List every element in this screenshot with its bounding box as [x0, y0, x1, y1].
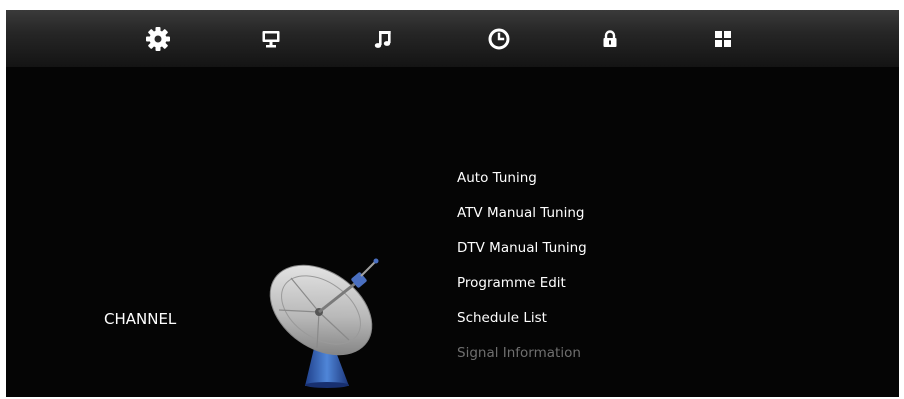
tab-lock[interactable] — [594, 23, 626, 55]
tab-sound[interactable] — [368, 23, 400, 55]
channel-menu: Auto Tuning ATV Manual Tuning DTV Manual… — [457, 168, 587, 378]
tab-setup[interactable] — [142, 23, 174, 55]
category-title: CHANNEL — [104, 310, 177, 328]
clock-icon — [488, 28, 510, 50]
category-tab-bar — [6, 10, 899, 67]
gear-icon — [146, 27, 170, 51]
tab-apps[interactable] — [707, 23, 739, 55]
satellite-dish-icon — [269, 258, 379, 388]
app-grid-icon — [715, 31, 731, 47]
tab-picture[interactable] — [255, 23, 287, 55]
menu-item-auto-tuning[interactable]: Auto Tuning — [457, 168, 587, 203]
tv-menu-screen: CHANNEL Auto Tuning ATV Manual Tuning DT… — [6, 10, 899, 397]
menu-item-atv-manual-tuning[interactable]: ATV Manual Tuning — [457, 203, 587, 238]
lock-icon — [603, 30, 617, 47]
menu-item-dtv-manual-tuning[interactable]: DTV Manual Tuning — [457, 238, 587, 273]
menu-item-schedule-list[interactable]: Schedule List — [457, 308, 587, 343]
tab-time[interactable] — [483, 23, 515, 55]
music-note-icon — [374, 31, 391, 48]
monitor-icon — [262, 31, 280, 48]
menu-item-signal-information: Signal Information — [457, 345, 581, 361]
menu-item-programme-edit[interactable]: Programme Edit — [457, 273, 587, 308]
